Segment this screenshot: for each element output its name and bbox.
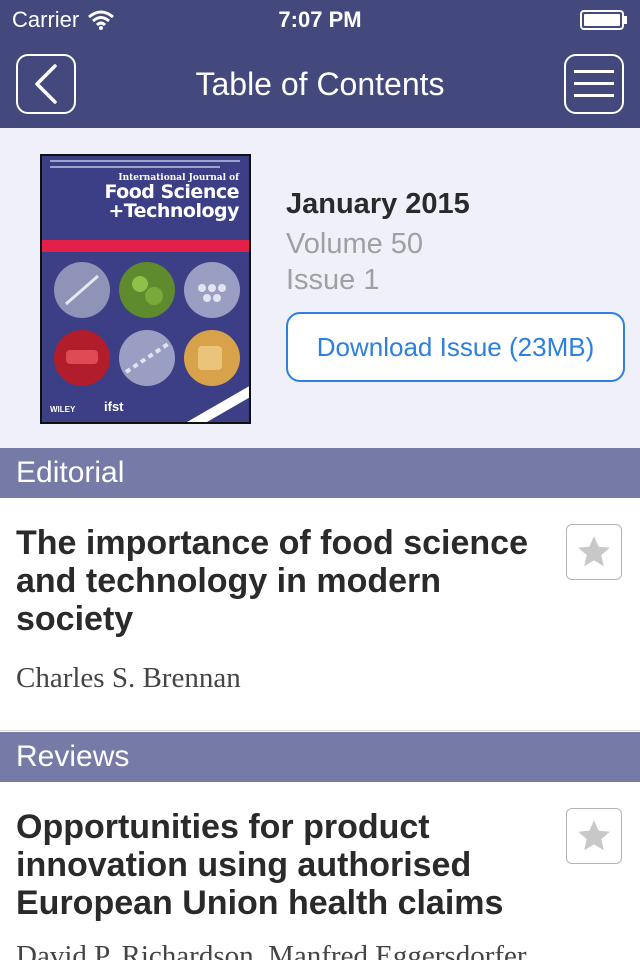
section-header-editorial: Editorial bbox=[0, 448, 640, 498]
article-authors: Charles S. Brennan bbox=[16, 662, 241, 694]
article-title[interactable]: The importance of food science and techn… bbox=[16, 524, 536, 638]
article-item[interactable]: Opportunities for product innovation usi… bbox=[0, 782, 640, 960]
favorite-button[interactable] bbox=[566, 524, 622, 580]
star-icon bbox=[578, 536, 610, 567]
cover-photo-circles bbox=[54, 262, 240, 386]
issue-header: International Journal of Food Science +T… bbox=[0, 128, 640, 448]
page-title: Table of Contents bbox=[195, 66, 445, 102]
navigation-bar: Table of Contents bbox=[0, 40, 640, 128]
status-time: 7:07 PM bbox=[278, 7, 362, 32]
issue-number: Issue 1 bbox=[286, 264, 380, 296]
article-item[interactable]: The importance of food science and techn… bbox=[0, 498, 640, 730]
article-authors: David P. Richardson, Manfred Eggersdorfe… bbox=[16, 940, 527, 960]
hamburger-menu-icon bbox=[574, 70, 614, 97]
article-title[interactable]: Opportunities for product innovation usi… bbox=[16, 808, 536, 922]
issue-cover-image[interactable]: International Journal of Food Science +T… bbox=[40, 154, 251, 424]
issue-date: January 2015 bbox=[286, 188, 470, 220]
download-issue-button[interactable]: Download Issue (23MB) bbox=[286, 312, 625, 382]
cover-society: ifst bbox=[104, 399, 124, 414]
cover-fine-print bbox=[50, 166, 220, 168]
star-icon bbox=[578, 820, 610, 851]
section-header-reviews: Reviews bbox=[0, 732, 640, 782]
issue-volume: Volume 50 bbox=[286, 228, 424, 260]
cover-fine-print bbox=[50, 160, 240, 162]
cover-publisher: WILEY bbox=[50, 405, 76, 414]
cover-journal-title: International Journal of Food Science +T… bbox=[104, 173, 239, 222]
cover-red-band bbox=[42, 240, 249, 252]
divider bbox=[0, 730, 640, 731]
battery-icon bbox=[580, 10, 627, 30]
menu-button[interactable] bbox=[564, 54, 624, 114]
favorite-button[interactable] bbox=[566, 808, 622, 864]
status-bar: Carrier 7:07 PM bbox=[0, 0, 640, 40]
